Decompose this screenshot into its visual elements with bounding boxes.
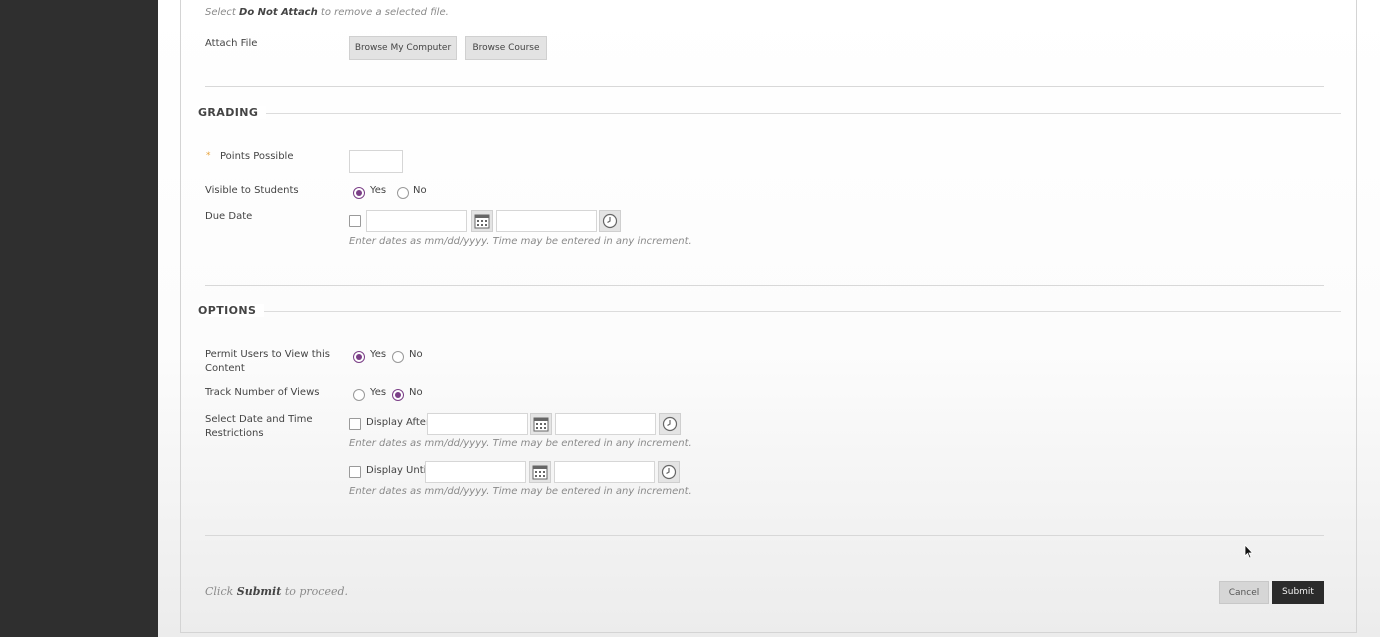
grading-section-line (198, 113, 1341, 114)
permit-yes-label: Yes (370, 349, 387, 360)
display-until-time-input[interactable] (554, 461, 655, 483)
attach-divider (205, 86, 1324, 87)
clock-icon[interactable] (658, 461, 680, 483)
track-no-label: No (409, 387, 423, 398)
due-date-hint: Enter dates as mm/dd/yyyy. Time may be e… (349, 236, 692, 247)
display-after-label: Display After (366, 417, 431, 428)
browse-course-button[interactable]: Browse Course (465, 36, 547, 60)
display-until-label: Display Until (366, 465, 430, 476)
calendar-icon[interactable] (529, 461, 551, 483)
clock-icon[interactable] (599, 210, 621, 232)
permit-users-label-line2: Content (205, 363, 245, 374)
visible-no-radio[interactable] (397, 187, 409, 199)
due-date-label: Due Date (205, 211, 253, 222)
cancel-button[interactable]: Cancel (1219, 581, 1269, 604)
track-no-radio[interactable] (392, 389, 404, 401)
clock-icon[interactable] (659, 413, 681, 435)
display-until-hint: Enter dates as mm/dd/yyyy. Time may be e… (349, 486, 692, 497)
content-page (158, 0, 1380, 637)
attach-file-label: Attach File (205, 38, 258, 49)
mouse-cursor-icon (1244, 543, 1254, 563)
display-after-time-input[interactable] (555, 413, 656, 435)
due-time-input[interactable] (496, 210, 597, 232)
calendar-icon[interactable] (471, 210, 493, 232)
track-yes-label: Yes (370, 387, 387, 398)
display-after-checkbox[interactable] (349, 418, 361, 430)
permit-no-radio[interactable] (392, 351, 404, 363)
display-until-checkbox[interactable] (349, 466, 361, 478)
left-dark-sidebar (0, 0, 158, 637)
track-views-label: Track Number of Views (205, 387, 320, 398)
display-until-date-input[interactable] (425, 461, 526, 483)
calendar-icon[interactable] (530, 413, 552, 435)
attach-hint: Select Do Not Attach to remove a selecte… (205, 7, 449, 18)
permit-users-label-line1: Permit Users to View this (205, 349, 330, 360)
grading-section-title: GRADING (198, 106, 267, 119)
content-frame-border-right (1356, 0, 1357, 633)
points-possible-input[interactable] (349, 150, 403, 173)
submit-hint: Click Submit to proceed. (205, 585, 349, 598)
due-date-checkbox[interactable] (349, 215, 361, 227)
options-section-line (198, 311, 1341, 312)
restrictions-label-line1: Select Date and Time (205, 414, 313, 425)
display-after-hint: Enter dates as mm/dd/yyyy. Time may be e… (349, 438, 692, 449)
visible-to-students-label: Visible to Students (205, 185, 299, 196)
content-frame-border-left (180, 0, 181, 633)
permit-yes-radio[interactable] (353, 351, 365, 363)
visible-yes-label: Yes (370, 185, 387, 196)
track-yes-radio[interactable] (353, 389, 365, 401)
options-divider (205, 535, 1324, 536)
submit-button[interactable]: Submit (1272, 581, 1324, 604)
options-section-title: OPTIONS (198, 304, 265, 317)
required-marker: * (206, 151, 211, 161)
permit-no-label: No (409, 349, 423, 360)
visible-yes-radio[interactable] (353, 187, 365, 199)
restrictions-label-line2: Restrictions (205, 428, 264, 439)
browse-my-computer-button[interactable]: Browse My Computer (349, 36, 457, 60)
points-possible-label: Points Possible (220, 151, 294, 162)
due-date-input[interactable] (366, 210, 467, 232)
visible-no-label: No (413, 185, 427, 196)
content-frame-border-bottom (180, 632, 1357, 633)
display-after-date-input[interactable] (427, 413, 528, 435)
grading-divider (205, 285, 1324, 286)
